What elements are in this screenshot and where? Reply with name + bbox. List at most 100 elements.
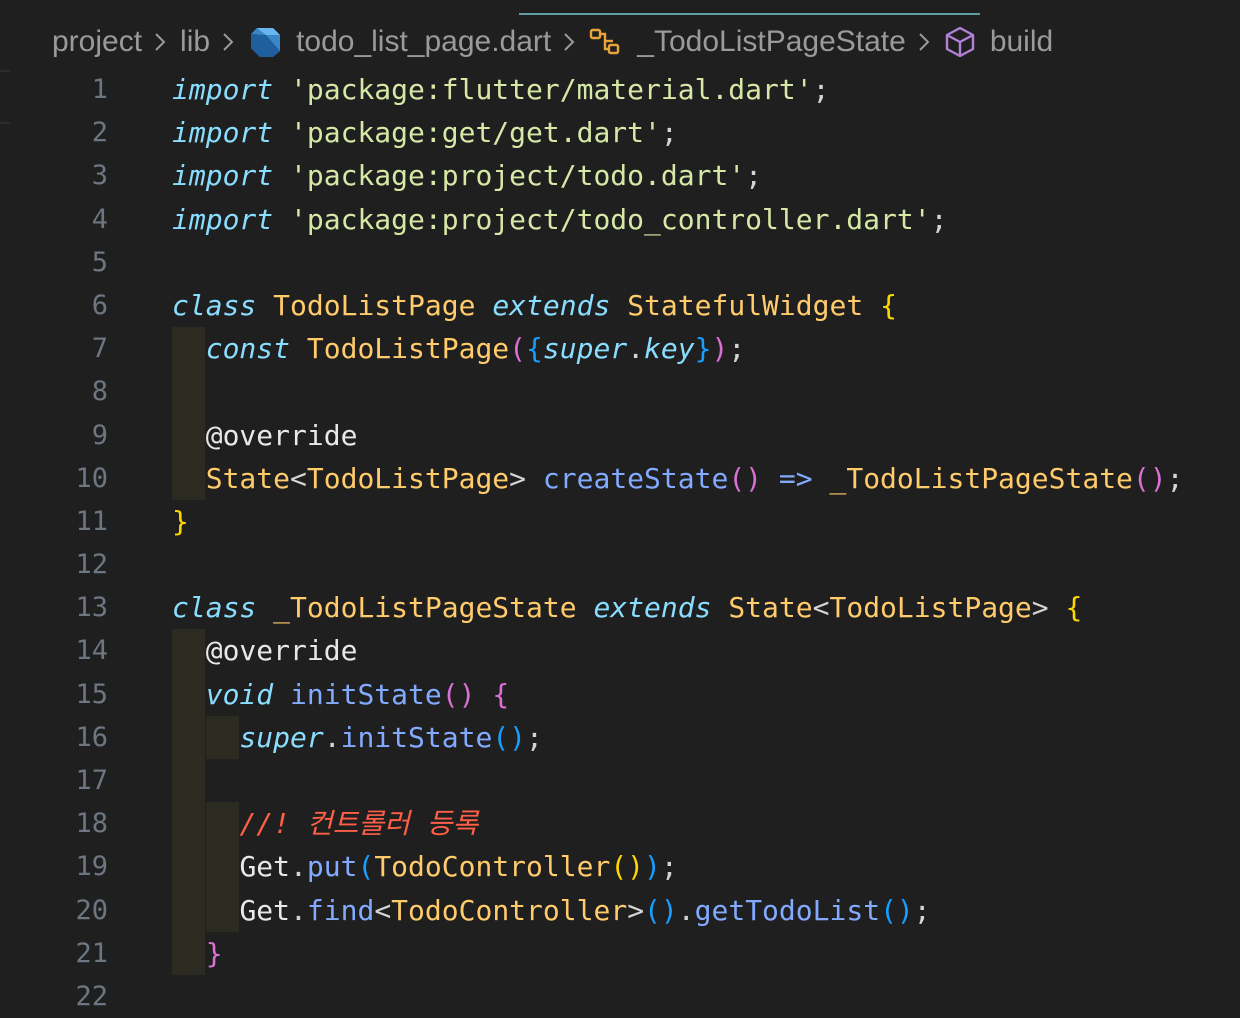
code-token: . [290, 850, 307, 884]
line-number: 8 [91, 376, 108, 408]
code-line[interactable]: 17 [0, 759, 1240, 803]
code-line[interactable]: 14 @override [0, 629, 1240, 673]
breadcrumb-item-project[interactable]: project [52, 25, 142, 59]
code-token: > [627, 893, 645, 927]
code-token: extends [593, 591, 712, 625]
line-number: 13 [75, 592, 108, 624]
indent-guide [172, 370, 205, 414]
code-line[interactable]: 9 @override [0, 413, 1240, 457]
code-line[interactable]: 13 class _TodoListPageState extends State… [0, 586, 1240, 629]
code-token: ; [913, 893, 931, 927]
breadcrumb-item-file[interactable]: todo_list_page.dart [296, 25, 551, 59]
code-token: @override [205, 418, 358, 452]
line-number: 20 [75, 894, 108, 926]
code-text: import 'package:flutter/material.dart'; [172, 68, 829, 111]
code-line[interactable]: 12 [0, 543, 1240, 586]
code-line[interactable]: 4 import 'package:project/todo_controller… [0, 198, 1240, 241]
line-number: 14 [75, 635, 108, 667]
code-token: StatefulWidget [627, 288, 864, 322]
code-token: @override [205, 634, 358, 668]
code-token: Get [239, 893, 291, 927]
code-line[interactable]: 7 const TodoListPage({super.key}); [0, 327, 1240, 371]
chevron-right-icon [222, 32, 236, 52]
code-line[interactable]: 10 State<TodoListPage> createState() => … [0, 456, 1240, 500]
breadcrumb-item-class[interactable]: _TodoListPageState [637, 25, 906, 59]
code-line[interactable]: 6 class TodoListPage extends StatefulWidg… [0, 284, 1240, 327]
code-token: () [492, 720, 527, 754]
code-line[interactable]: 11} [0, 500, 1240, 543]
breadcrumb-item-method[interactable]: build [990, 25, 1053, 59]
class-symbol-icon [589, 27, 623, 57]
code-line[interactable]: 8 [0, 370, 1240, 414]
code-line[interactable]: 16 super.initState(); [0, 715, 1240, 759]
breadcrumb-item-lib[interactable]: lib [180, 25, 210, 59]
code-line[interactable]: 18 //! 컨트롤러 등록 [0, 802, 1240, 846]
code-token: TodoListPage [273, 288, 476, 322]
code-token: State [205, 461, 291, 495]
code-token: TodoController [391, 893, 628, 927]
code-token: TodoListPage [306, 461, 510, 495]
code-token: . [290, 893, 307, 927]
code-line[interactable]: 22 [0, 975, 1240, 1018]
code-token: import [172, 159, 274, 193]
code-token: initState [290, 677, 442, 711]
code-token: super [239, 720, 324, 754]
code-text: } [172, 500, 189, 543]
code-line[interactable]: 2 import 'package:get/get.dart'; [0, 111, 1240, 154]
line-number: 1 [91, 74, 108, 105]
code-token: _TodoListPageState [829, 461, 1133, 495]
code-token: import [172, 116, 274, 150]
code-line[interactable]: 15 void initState() { [0, 672, 1240, 716]
code-line[interactable]: 5 [0, 241, 1240, 284]
code-token: class [172, 288, 257, 322]
code-token: extends [492, 288, 611, 322]
code-token: ; [812, 73, 830, 106]
code-line[interactable]: 21 } [0, 931, 1240, 975]
indent-guide [172, 759, 205, 803]
code-token: ( [509, 332, 527, 366]
code-line[interactable]: 19 Get.put(TodoController()); [0, 845, 1240, 889]
code-token: Get [239, 850, 291, 884]
code-line[interactable]: 20 Get.find<TodoController>().getTodoLis… [0, 888, 1240, 932]
code-text: import 'package:project/todo.dart'; [172, 154, 762, 197]
code-token: TodoController [374, 850, 611, 884]
line-number: 15 [75, 678, 108, 710]
code-token: ) [711, 332, 729, 366]
code-text: State<TodoListPage> createState() => _To… [172, 457, 1184, 500]
code-token: () [1132, 461, 1167, 495]
line-number: 18 [75, 808, 108, 840]
code-token: { [880, 288, 897, 322]
code-text: class _TodoListPageState extends State<T… [172, 586, 1082, 629]
code-line[interactable]: 3 import 'package:project/todo.dart'; [0, 154, 1240, 197]
code-editor[interactable]: 1 import 'package:flutter/material.dart';… [0, 68, 1240, 1018]
code-token: ; [728, 332, 746, 366]
code-token: ( [357, 850, 375, 884]
code-token: < [812, 591, 830, 625]
code-token: 'package:project/todo.dart' [290, 159, 746, 193]
code-line[interactable]: 1 import 'package:flutter/material.dart'; [0, 68, 1240, 111]
code-text: const TodoListPage({super.key}); [172, 327, 745, 370]
code-text: //! 컨트롤러 등록 [172, 802, 478, 845]
line-number: 16 [75, 721, 108, 753]
code-token: < [374, 893, 392, 927]
code-token: //! 컨트롤러 등록 [239, 807, 479, 841]
code-token: _TodoListPageState [273, 591, 577, 625]
line-number: 12 [75, 549, 108, 581]
